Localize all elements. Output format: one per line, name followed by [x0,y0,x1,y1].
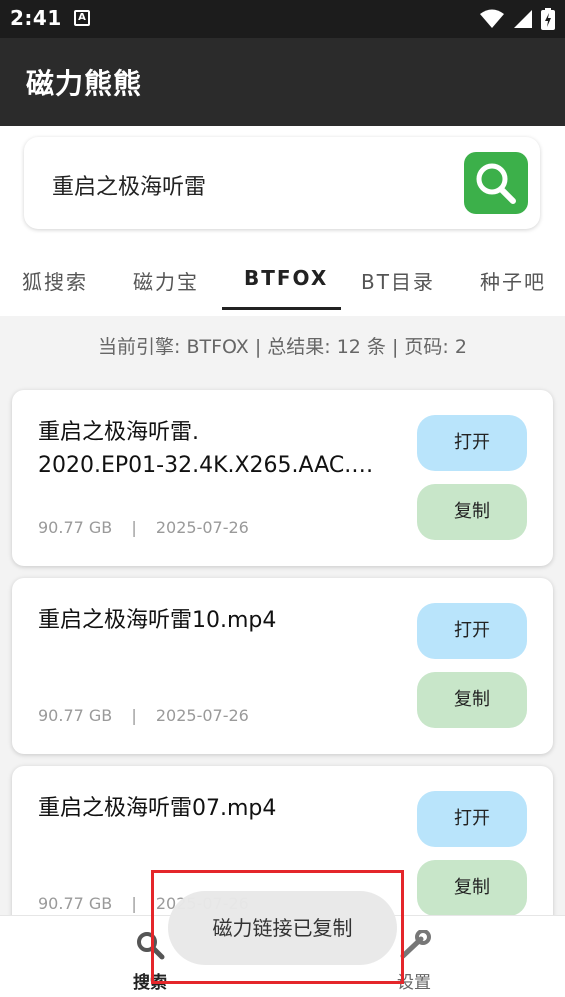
result-size: 90.77 GB [38,706,113,725]
engine-tabs: 狐搜索 磁力宝 BTFOX BT目录 种子吧 [0,250,565,310]
status-icons [479,8,555,30]
result-name: 重启之极海听雷. 2020.EP01-32.4K.X265.AAC.… [38,420,374,478]
open-button[interactable]: 打开 [417,603,527,659]
copied-toast: 磁力链接已复制 [168,891,397,965]
meta-separator: | [131,706,137,725]
result-card: 重启之极海听雷. 2020.EP01-32.4K.X265.AAC.… 90.7… [12,390,553,566]
status-bar: 2:41 A [0,0,565,38]
tab-cilibao[interactable]: 磁力宝 [133,266,199,295]
result-date: 2025-07-26 [155,706,249,725]
copy-button[interactable]: 复制 [417,672,527,728]
result-name: 重启之极海听雷07.mp4 [38,796,277,821]
result-meta: 90.77 GB | 2025-07-26 [38,706,249,725]
battery-icon [541,8,555,30]
engine-info: 当前引擎: BTFOX | 总结果: 12 条 | 页码: 2 [98,336,467,358]
result-date: 2025-07-26 [155,518,249,537]
active-tab-indicator [222,307,341,310]
search-box[interactable]: 重启之极海听雷 [24,137,540,229]
status-time: 2:41 [10,6,62,30]
result-size: 90.77 GB [38,894,113,913]
app-title: 磁力熊熊 [26,67,143,100]
signal-icon [514,10,532,28]
tab-hu-search[interactable]: 狐搜索 [22,266,88,295]
wrench-icon [400,929,431,959]
nav-settings-label: 设置 [397,973,431,993]
meta-separator: | [131,894,137,913]
result-size: 90.77 GB [38,518,113,537]
tab-btfox[interactable]: BTFOX [244,266,328,290]
search-input[interactable]: 重启之极海听雷 [52,169,206,201]
result-name: 重启之极海听雷10.mp4 [38,608,277,633]
meta-separator: | [131,518,137,537]
open-button[interactable]: 打开 [417,791,527,847]
open-button[interactable]: 打开 [417,415,527,471]
notification-icon: A [74,10,90,26]
copy-button[interactable]: 复制 [417,484,527,540]
app-bar: 磁力熊熊 [0,38,565,126]
copy-button[interactable]: 复制 [417,860,527,916]
search-icon [476,163,516,204]
nav-search-label: 搜索 [133,973,167,993]
wifi-icon [480,9,504,28]
result-meta: 90.77 GB | 2025-07-26 [38,518,249,537]
tab-seed-bar[interactable]: 种子吧 [480,266,546,295]
search-icon [137,932,165,960]
tab-bt-directory[interactable]: BT目录 [361,266,435,295]
search-button[interactable] [464,152,528,214]
result-card: 重启之极海听雷10.mp4 90.77 GB | 2025-07-26 打开 复… [12,578,553,754]
